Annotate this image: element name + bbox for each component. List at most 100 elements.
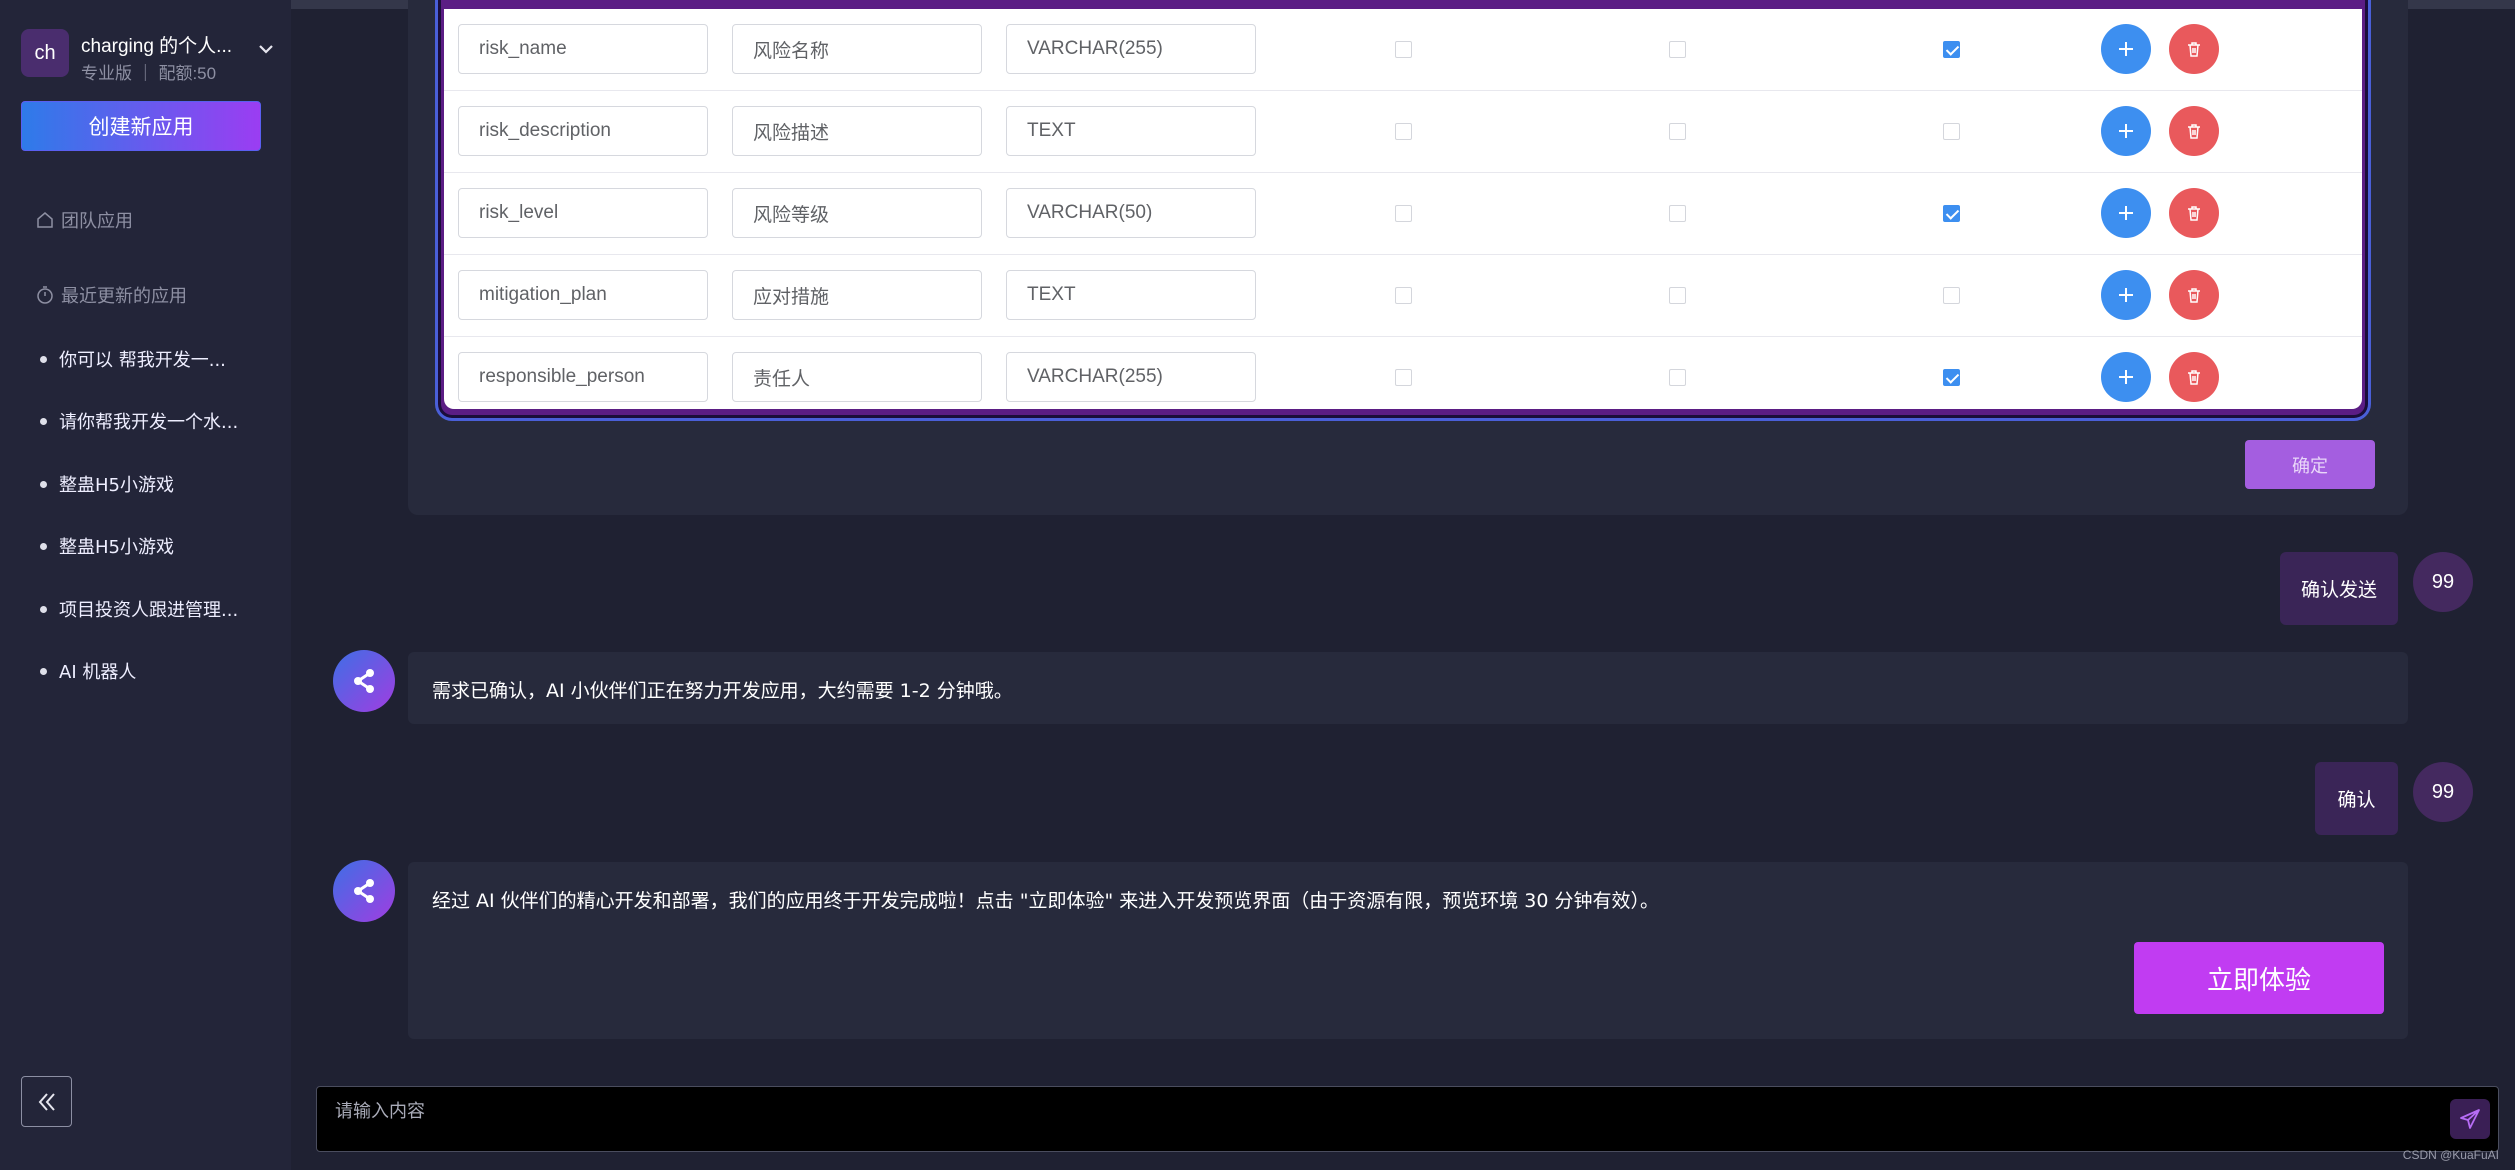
- delete-row-button[interactable]: [2169, 270, 2219, 320]
- checkbox-col3[interactable]: [1943, 287, 1960, 304]
- bullet: [40, 667, 47, 675]
- add-row-button[interactable]: [2101, 106, 2151, 156]
- recent-app-item[interactable]: 项目投资人跟进管理...: [40, 596, 238, 622]
- timer-icon: [37, 286, 53, 304]
- checkbox-col1[interactable]: [1395, 123, 1412, 140]
- watermark: CSDN @KuaFuAI: [2402, 1148, 2499, 1162]
- chevron-down-icon[interactable]: [256, 39, 276, 59]
- plus-icon: [2119, 288, 2133, 302]
- field-label-input[interactable]: 风险等级: [732, 188, 982, 238]
- table-row: responsible_person 责任人 VARCHAR(255): [444, 337, 2362, 409]
- trash-icon: [2188, 370, 2200, 385]
- delete-row-button[interactable]: [2169, 352, 2219, 402]
- checkbox-col3[interactable]: [1943, 205, 1960, 222]
- bullet: [40, 542, 47, 550]
- bot-message: 需求已确认，AI 小伙伴们正在努力开发应用，大约需要 1-2 分钟哦。: [408, 652, 2408, 724]
- sidebar: ch charging 的个人... 专业版 ｜ 配额:50 创建新应用 团队应…: [0, 0, 291, 1170]
- add-row-button[interactable]: [2101, 24, 2151, 74]
- field-label-input[interactable]: 风险描述: [732, 106, 982, 156]
- delete-row-button[interactable]: [2169, 24, 2219, 74]
- message-composer: [316, 1086, 2499, 1152]
- field-type-input[interactable]: VARCHAR(255): [1006, 352, 1256, 402]
- checkbox-col2[interactable]: [1669, 205, 1686, 222]
- delete-row-button[interactable]: [2169, 106, 2219, 156]
- delete-row-button[interactable]: [2169, 188, 2219, 238]
- double-chevron-left-icon: [38, 1092, 55, 1111]
- recent-app-label: 你可以 帮我开发一...: [59, 350, 226, 371]
- bullet: [40, 480, 47, 488]
- bot-message-text: 经过 AI 伙伴们的精心开发和部署，我们的应用终于开发完成啦！点击 "立即体验"…: [432, 890, 1659, 912]
- table-row: mitigation_plan 应对措施 TEXT: [444, 255, 2362, 337]
- send-icon: [2460, 1109, 2480, 1129]
- share-logo-icon: [354, 879, 374, 903]
- bot-avatar: [333, 650, 395, 712]
- add-row-button[interactable]: [2101, 188, 2151, 238]
- recent-app-item[interactable]: 请你帮我开发一个水...: [40, 408, 238, 434]
- add-row-button[interactable]: [2101, 352, 2151, 402]
- recent-app-label: 整蛊H5小游戏: [59, 475, 174, 496]
- user-avatar: 99: [2413, 552, 2473, 612]
- workspace-name: charging 的个人...: [81, 36, 232, 57]
- try-now-button[interactable]: 立即体验: [2134, 942, 2384, 1014]
- field-type-input[interactable]: VARCHAR(50): [1006, 188, 1256, 238]
- confirm-schema-button[interactable]: 确定: [2245, 440, 2375, 489]
- bullet: [40, 355, 47, 363]
- trash-icon: [2188, 288, 2200, 303]
- field-name-input[interactable]: risk_name: [458, 24, 708, 74]
- field-label-input[interactable]: 应对措施: [732, 270, 982, 320]
- field-type-input[interactable]: TEXT: [1006, 270, 1256, 320]
- field-label-input[interactable]: 责任人: [732, 352, 982, 402]
- share-logo-icon: [354, 669, 374, 693]
- trash-icon: [2188, 42, 2200, 57]
- workspace-plan: 专业版 ｜ 配额:50: [81, 64, 217, 83]
- trash-icon: [2188, 124, 2200, 139]
- send-button[interactable]: [2450, 1099, 2490, 1139]
- plus-icon: [2119, 370, 2133, 384]
- sidebar-item-team-apps[interactable]: 团队应用: [35, 207, 133, 233]
- checkbox-col1[interactable]: [1395, 287, 1412, 304]
- checkbox-col2[interactable]: [1669, 287, 1686, 304]
- plus-icon: [2119, 124, 2133, 138]
- add-row-button[interactable]: [2101, 270, 2151, 320]
- checkbox-col1[interactable]: [1395, 41, 1412, 58]
- plus-icon: [2119, 42, 2133, 56]
- field-name-input[interactable]: mitigation_plan: [458, 270, 708, 320]
- recent-app-item[interactable]: 你可以 帮我开发一...: [40, 346, 226, 372]
- bot-message-text: 需求已确认，AI 小伙伴们正在努力开发应用，大约需要 1-2 分钟哦。: [432, 680, 1013, 702]
- table-row: risk_name 风险名称 VARCHAR(255): [444, 9, 2362, 91]
- bot-message: 经过 AI 伙伴们的精心开发和部署，我们的应用终于开发完成啦！点击 "立即体验"…: [408, 862, 2408, 1039]
- bullet: [40, 417, 47, 425]
- home-icon: [37, 212, 53, 228]
- user-message: 确认: [2315, 762, 2398, 835]
- field-name-input[interactable]: risk_level: [458, 188, 708, 238]
- checkbox-col3[interactable]: [1943, 369, 1960, 386]
- recent-app-item[interactable]: 整蛊H5小游戏: [40, 533, 174, 559]
- recent-app-item[interactable]: AI 机器人: [40, 658, 136, 684]
- workspace-switcher[interactable]: ch charging 的个人... 专业版 ｜ 配额:50: [21, 29, 276, 83]
- recent-app-item[interactable]: 整蛊H5小游戏: [40, 471, 174, 497]
- checkbox-col2[interactable]: [1669, 369, 1686, 386]
- checkbox-col3[interactable]: [1943, 123, 1960, 140]
- field-type-input[interactable]: TEXT: [1006, 106, 1256, 156]
- collapse-sidebar-button[interactable]: [21, 1076, 72, 1127]
- checkbox-col2[interactable]: [1669, 123, 1686, 140]
- plus-icon: [2119, 206, 2133, 220]
- field-name-input[interactable]: responsible_person: [458, 352, 708, 402]
- recent-apps-header: 最近更新的应用: [35, 282, 187, 308]
- checkbox-col1[interactable]: [1395, 205, 1412, 222]
- schema-table: risk_name 风险名称 VARCHAR(255) risk_descrip…: [444, 9, 2362, 409]
- table-row: risk_description 风险描述 TEXT: [444, 91, 2362, 173]
- message-input[interactable]: [317, 1087, 2498, 1151]
- user-message: 确认发送: [2280, 552, 2398, 625]
- bot-avatar: [333, 860, 395, 922]
- field-name-input[interactable]: risk_description: [458, 106, 708, 156]
- recent-app-label: 请你帮我开发一个水...: [59, 412, 239, 433]
- field-label-input[interactable]: 风险名称: [732, 24, 982, 74]
- create-app-button[interactable]: 创建新应用: [21, 101, 261, 151]
- checkbox-col2[interactable]: [1669, 41, 1686, 58]
- checkbox-col1[interactable]: [1395, 369, 1412, 386]
- recent-app-label: AI 机器人: [59, 662, 137, 683]
- checkbox-col3[interactable]: [1943, 41, 1960, 58]
- field-type-input[interactable]: VARCHAR(255): [1006, 24, 1256, 74]
- recent-app-label: 项目投资人跟进管理...: [59, 600, 239, 621]
